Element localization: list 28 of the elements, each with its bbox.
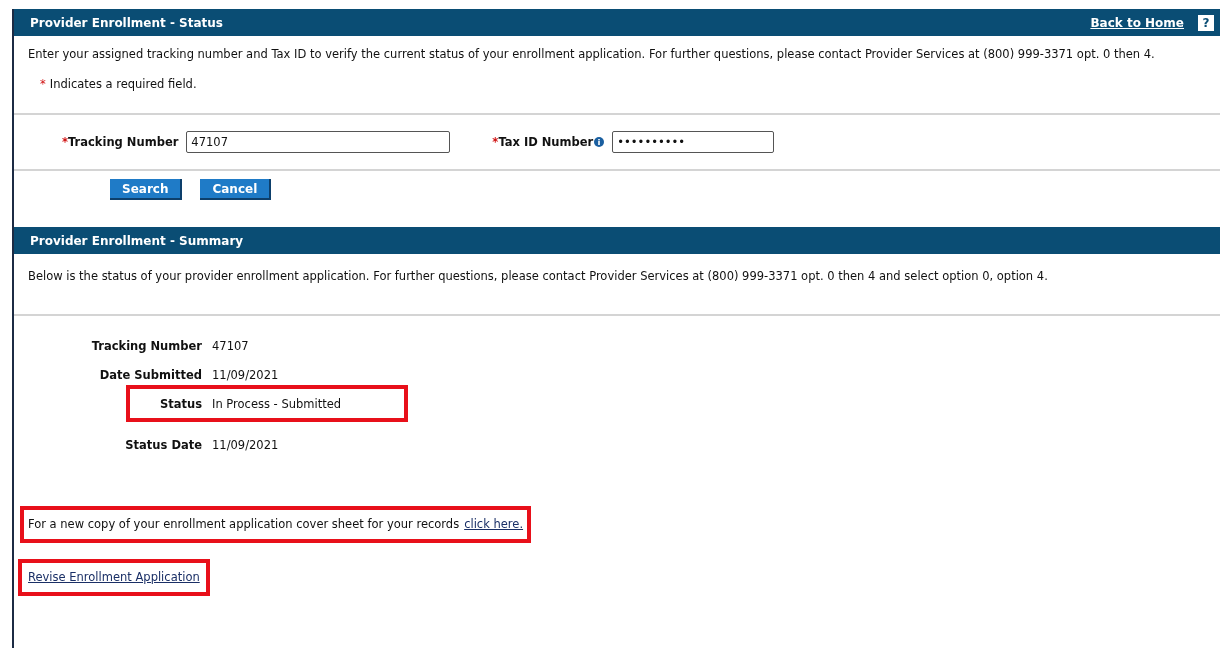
panel-title: Provider Enrollment - Status (30, 14, 223, 32)
detail-value: 11/09/2021 (212, 367, 279, 385)
detail-label: Tracking Number (90, 338, 202, 356)
required-asterisk: * (492, 133, 499, 151)
required-asterisk: * (40, 76, 46, 93)
required-asterisk: * (62, 133, 68, 151)
detail-label: Date Submitted (98, 367, 202, 385)
info-icon[interactable] (594, 137, 605, 148)
detail-label: Status (158, 396, 202, 414)
detail-value: In Process - Submitted (212, 396, 342, 414)
cover-sheet-text: For a new copy of your enrollment application cover sheet for your records (28, 516, 460, 534)
field-label: Tax ID Number (498, 133, 594, 151)
back-to-home-link[interactable]: Back to Home (1090, 13, 1184, 32)
intro-text: Enter your assigned tracking number and Tax ID to verify the current status of your enrollment application. For further questions, please contact Provider Services at (800) 999-3371 opt. 0 then 4. (27, 46, 1156, 63)
help-icon[interactable]: ? (1198, 14, 1214, 31)
detail-value: 11/09/2021 (212, 437, 279, 455)
panel-title: Provider Enrollment - Summary (30, 232, 244, 250)
summary-text: Below is the status of your provider enrollment application. For further questions, please contact Provider Services at (800) 999-3371 opt. 0 then 4 and select option 0, option 4. (27, 268, 1049, 286)
input-field[interactable]: 47107 (186, 131, 451, 154)
action-button[interactable]: Search (110, 179, 183, 201)
action-button[interactable]: Cancel (200, 179, 272, 201)
input-field[interactable]: •••••••••• (612, 131, 775, 154)
detail-value: 47107 (212, 338, 249, 356)
revise-application-link[interactable]: Revise Enrollment Application (28, 569, 200, 587)
click-here-link[interactable]: click here. (464, 516, 524, 534)
required-note: Indicates a required field. (49, 76, 197, 93)
detail-label: Status Date (124, 437, 202, 455)
field-label: Tracking Number (68, 133, 179, 151)
